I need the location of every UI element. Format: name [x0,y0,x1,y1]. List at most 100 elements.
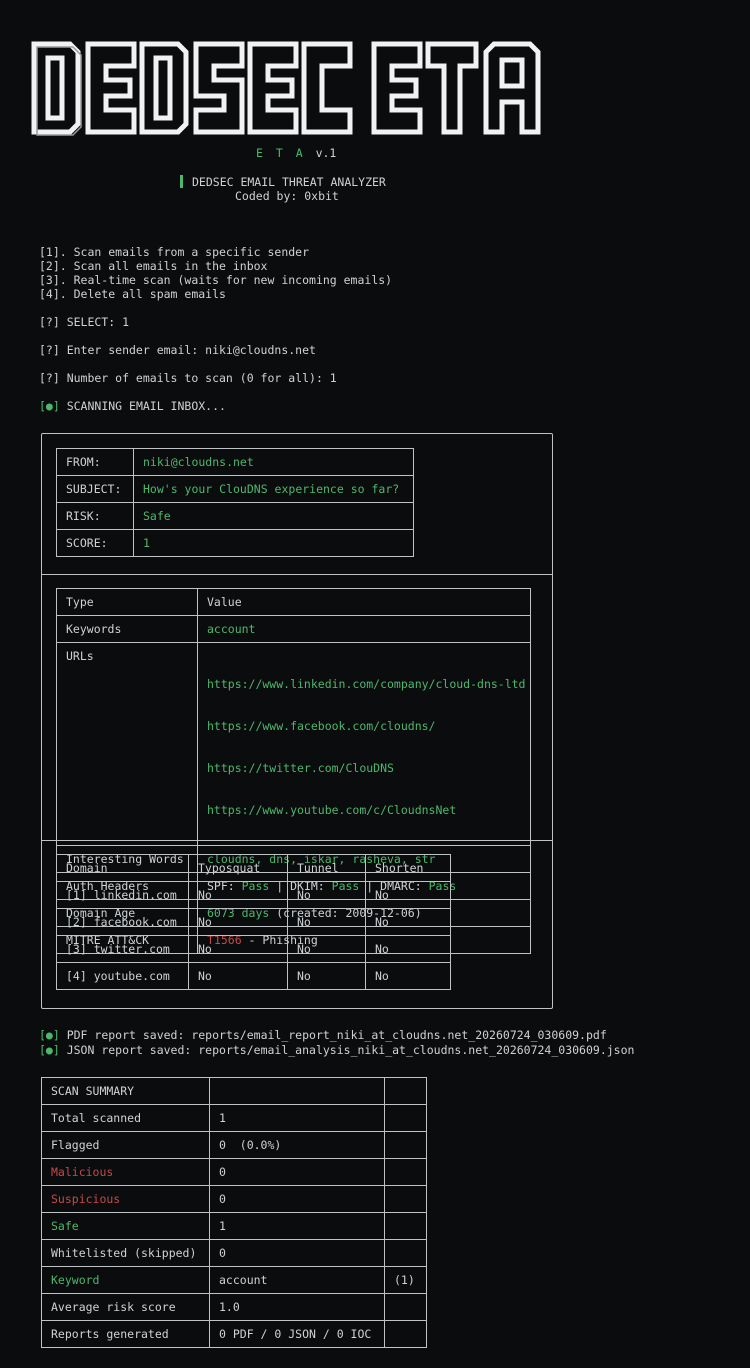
banner-logo [31,41,541,136]
summary-extra [384,1185,427,1213]
summary-label: Suspicious [41,1185,210,1213]
risk-label: RISK: [56,502,134,530]
panel-divider-1 [42,574,552,575]
domain-header: Domain [56,854,189,882]
shorten-cell: No [365,908,451,936]
tunnel-cell: No [287,935,366,963]
eta-label: E T A [256,146,306,160]
summary-label: Average risk score [41,1293,210,1321]
summary-value: 1 [209,1212,385,1240]
summary-value: 0 [209,1158,385,1186]
domain-table: Domain Typosquat Tunnel Shorten [1] link… [56,854,451,990]
summary-value: 1.0 [209,1293,385,1321]
domain-cell: [2] facebook.com [56,908,189,936]
table-row: Total scanned 1 [41,1104,427,1132]
pdf-report-line: [●] PDF report saved: reports/email_repo… [39,1028,607,1042]
summary-title: SCAN SUMMARY [41,1077,210,1105]
json-report-text: JSON report saved: reports/email_analysi… [59,1043,635,1057]
summary-title-blank [384,1077,427,1105]
menu-item-3: [3]. Real-time scan (waits for new incom… [39,273,393,287]
summary-label: Flagged [41,1131,210,1159]
subject-label: SUBJECT: [56,475,134,503]
table-row: [4] youtube.com No No No [56,962,451,990]
table-row: SUBJECT: How's your ClouDNS experience s… [56,475,414,503]
table-row: Whitelisted (skipped) 0 [41,1239,427,1267]
typosquat-cell: No [188,935,288,963]
shorten-header: Shorten [365,854,451,882]
table-row: [3] twitter.com No No No [56,935,451,963]
table-row: Domain Typosquat Tunnel Shorten [56,854,451,882]
subtitle-name: DEDSEC EMAIL THREAT ANALYZER [192,175,386,189]
summary-value: 0 [209,1185,385,1213]
summary-extra [384,1239,427,1267]
shorten-cell: No [365,935,451,963]
summary-label: Whitelisted (skipped) [41,1239,210,1267]
tunnel-cell: No [287,881,366,909]
sender-prompt: [?] Enter sender email: niki@cloudns.net [39,343,316,357]
urls-value: https://www.linkedin.com/company/cloud-d… [197,642,531,846]
typosquat-cell: No [188,881,288,909]
menu-item-1: [1]. Scan emails from a specific sender [39,245,310,259]
urls-label: URLs [56,642,198,846]
url-link[interactable]: https://twitter.com/ClouDNS [207,761,530,775]
url-link[interactable]: https://www.facebook.com/cloudns/ [207,719,530,733]
subtitle-coded: Coded by: 0xbit [235,189,339,203]
table-row: SCAN SUMMARY [41,1077,427,1105]
url-link[interactable]: https://www.linkedin.com/company/cloud-d… [207,677,530,691]
version-label: v.1 [315,146,337,160]
summary-value: 1 [209,1104,385,1132]
summary-label: Malicious [41,1158,210,1186]
summary-extra [384,1104,427,1132]
table-row: SCORE: 1 [56,529,414,557]
from-value: niki@cloudns.net [133,448,414,476]
json-report-line: [●] JSON report saved: reports/email_ana… [39,1043,634,1057]
table-row: Suspicious 0 [41,1185,427,1213]
tunnel-cell: No [287,908,366,936]
tunnel-header: Tunnel [287,854,366,882]
status-dot-icon: [●] [39,1043,60,1057]
summary-label: Keyword [41,1266,210,1294]
table-row: Average risk score 1.0 [41,1293,427,1321]
domain-cell: [4] youtube.com [56,962,189,990]
scanning-text: SCANNING EMAIL INBOX... [59,399,226,413]
summary-extra [384,1293,427,1321]
value-header: Value [197,588,531,616]
table-row: RISK: Safe [56,502,414,530]
from-label: FROM: [56,448,134,476]
summary-extra [384,1320,427,1348]
tunnel-cell: No [287,962,366,990]
summary-title-blank [209,1077,385,1105]
summary-extra [384,1131,427,1159]
type-header: Type [56,588,198,616]
summary-value: 0 (0.0%) [209,1131,385,1159]
domain-cell: [1] linkedin.com [56,881,189,909]
summary-value: account [209,1266,385,1294]
count-prompt: [?] Number of emails to scan (0 for all)… [39,371,337,385]
select-prompt: [?] SELECT: 1 [39,315,130,329]
shorten-cell: No [365,881,451,909]
table-row: Type Value [56,588,531,616]
pdf-report-text: PDF report saved: reports/email_report_n… [59,1028,607,1042]
status-dot-icon: [●] [39,399,60,413]
risk-value: Safe [133,502,414,530]
summary-label: Safe [41,1212,210,1240]
summary-label: Reports generated [41,1320,210,1348]
score-label: SCORE: [56,529,134,557]
summary-value: 0 PDF / 0 JSON / 0 IOC [209,1320,385,1348]
summary-extra: (1) [384,1266,427,1294]
table-row: Reports generated 0 PDF / 0 JSON / 0 IOC [41,1320,427,1348]
eta-version: E T A v.1 [256,146,336,160]
summary-extra [384,1158,427,1186]
email-header-table: FROM: niki@cloudns.net SUBJECT: How's yo… [56,448,414,557]
table-row: Keyword account (1) [41,1266,427,1294]
typosquat-cell: No [188,908,288,936]
scanning-status: [●] SCANNING EMAIL INBOX... [39,399,226,413]
table-row: URLs https://www.linkedin.com/company/cl… [56,642,531,846]
url-link[interactable]: https://www.youtube.com/c/CloudnsNet [207,803,530,817]
dedsec-eta-banner [30,40,570,136]
status-dot-icon: [●] [39,1028,60,1042]
table-row: Flagged 0 (0.0%) [41,1131,427,1159]
typosquat-cell: No [188,962,288,990]
table-row: Keywords account [56,615,531,643]
domain-cell: [3] twitter.com [56,935,189,963]
